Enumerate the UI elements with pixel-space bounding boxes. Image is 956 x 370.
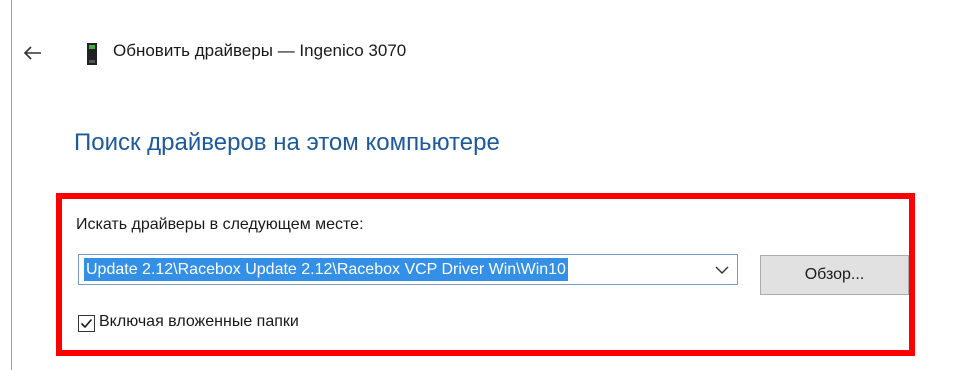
path-label: Искать драйверы в следующем месте: (76, 216, 364, 233)
dialog-title: Обновить драйверы — Ingenico 3070 (113, 41, 407, 60)
window-left-border (11, 0, 12, 370)
page-title: Поиск драйверов на этом компьютере (74, 129, 500, 156)
update-drivers-window: Обновить драйверы — Ingenico 3070 Поиск … (0, 0, 956, 370)
browse-button[interactable]: Обзор... (760, 255, 909, 295)
back-button[interactable] (20, 40, 46, 66)
usb-device-icon (87, 43, 97, 65)
path-combobox[interactable]: Update 2.12\Racebox Update 2.12\Racebox … (78, 254, 738, 285)
include-subfolders-checkbox[interactable] (78, 315, 95, 332)
include-subfolders-label[interactable]: Включая вложенные папки (99, 313, 299, 331)
checkmark-icon (80, 318, 93, 329)
back-arrow-icon (24, 46, 41, 60)
chevron-down-icon (715, 266, 729, 274)
path-input-value[interactable]: Update 2.12\Racebox Update 2.12\Racebox … (84, 258, 568, 281)
dropdown-button[interactable] (711, 255, 733, 284)
